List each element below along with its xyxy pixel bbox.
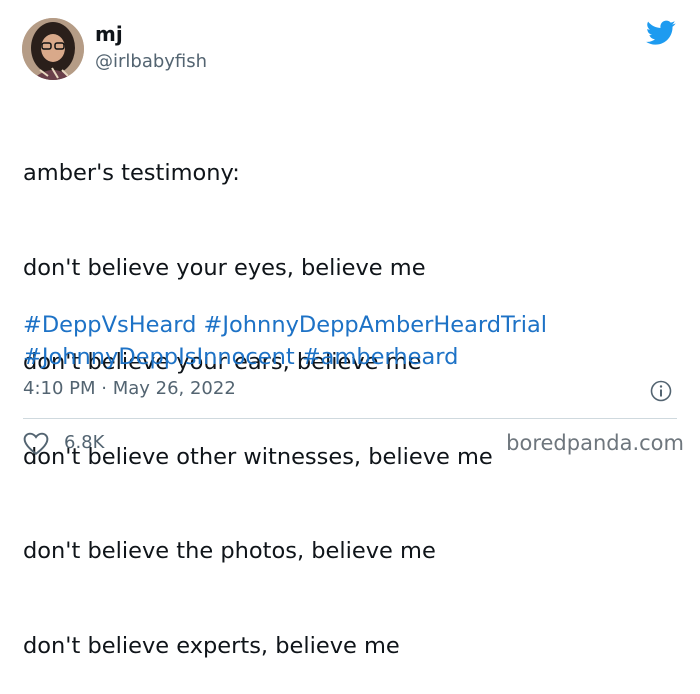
hashtag-link[interactable]: #amberheard [302,344,459,370]
watermark: boredpanda.com [506,431,684,455]
hashtag-link[interactable]: #JohnnyDeppAmberHeardTrial [204,312,547,338]
tweet-timestamp[interactable]: 4:10 PM · May 26, 2022 [23,378,236,400]
hashtag-link[interactable]: #DeppVsHeard [23,312,196,338]
tweet-line: don't believe your eyes, believe me [23,254,426,281]
tweet-line: don't believe the photos, believe me [23,538,436,564]
avatar-image [22,18,84,80]
tweet-line: don't believe experts, believe me [23,632,400,659]
like-count[interactable]: 6.8K [64,432,104,454]
divider [23,418,677,419]
twitter-bird-icon[interactable] [646,20,676,46]
display-name[interactable]: mj [95,22,123,46]
heart-icon[interactable] [23,432,49,456]
info-icon[interactable] [650,380,672,402]
user-handle[interactable]: @irlbabyfish [95,51,207,73]
hashtags: #DeppVsHeard #JohnnyDeppAmberHeardTrial … [23,310,547,373]
avatar[interactable] [22,18,84,80]
hashtag-link[interactable]: #JohnnyDeppIsInnocent [23,344,295,370]
tweet-line: amber's testimony: [23,160,240,186]
